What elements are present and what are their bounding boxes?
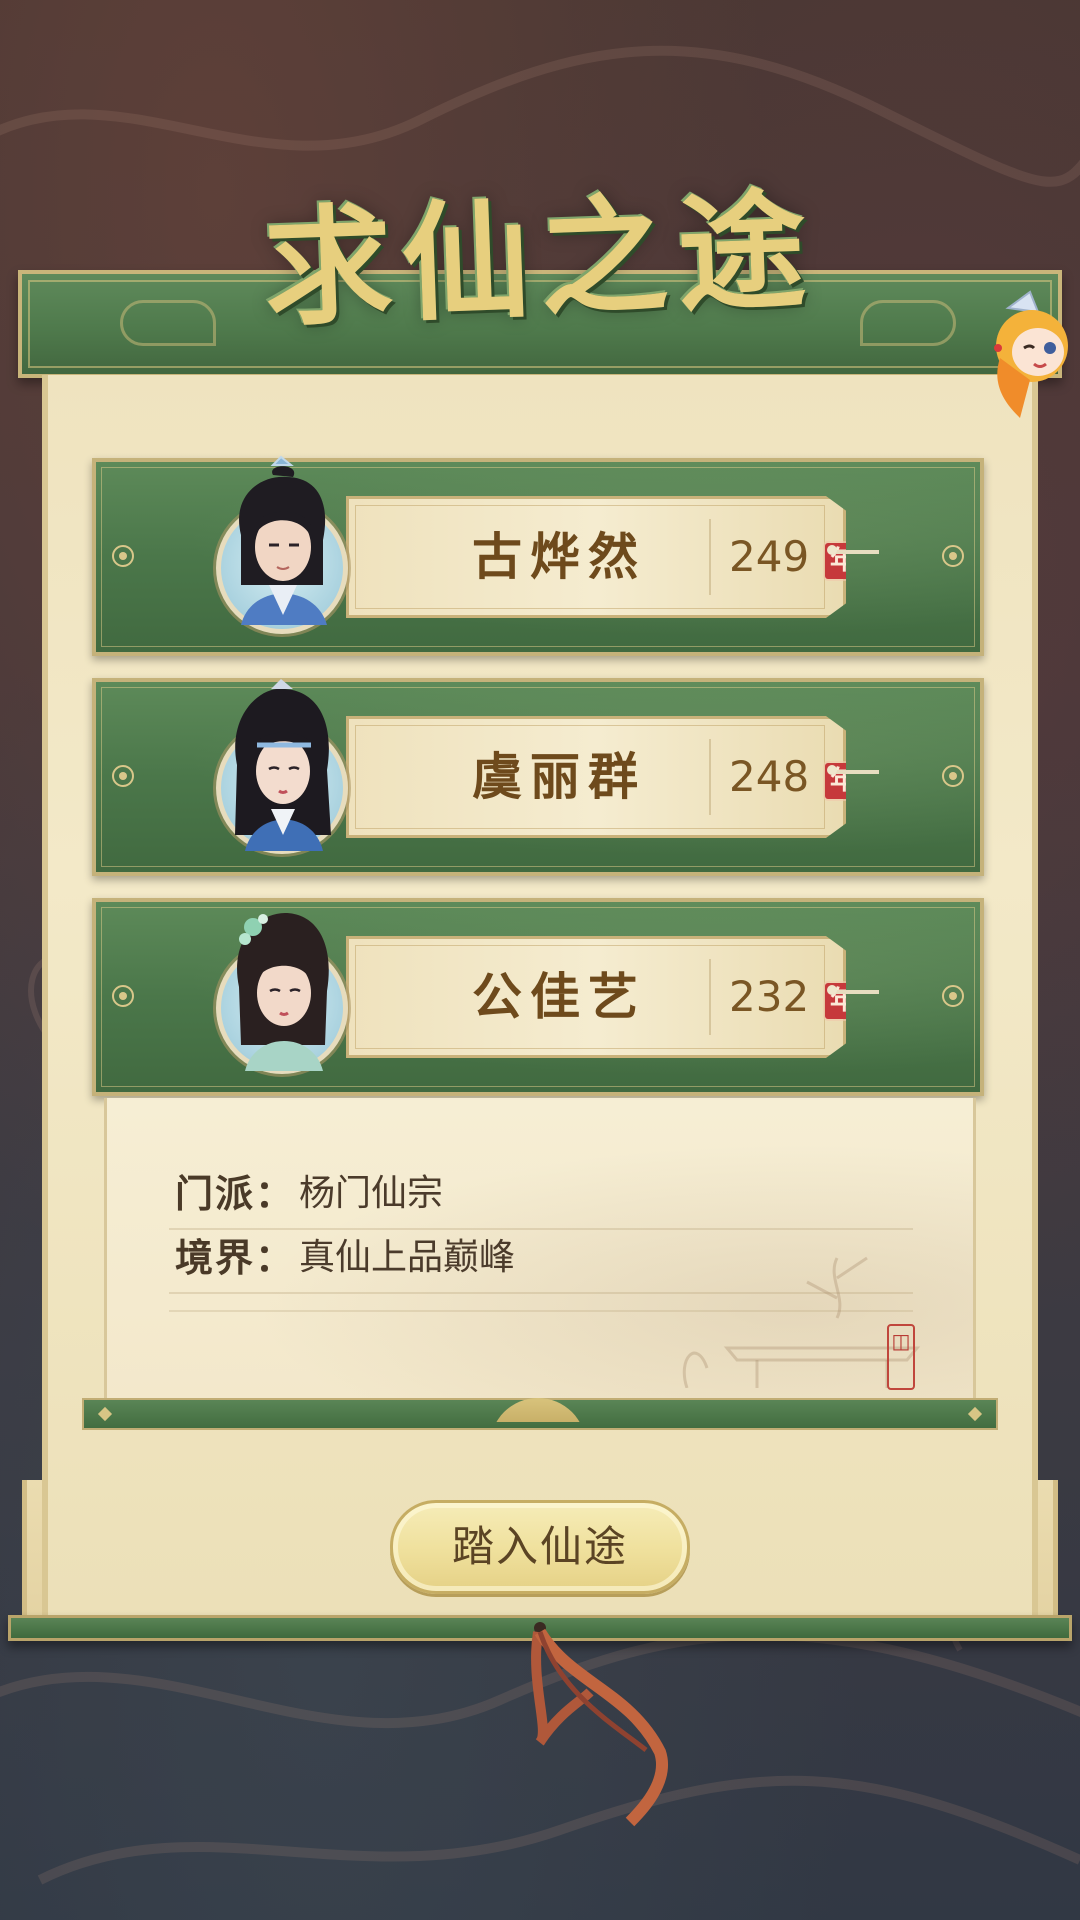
character-avatar bbox=[216, 913, 348, 1074]
diamond-ornament-icon bbox=[967, 1406, 983, 1422]
rivet-icon bbox=[112, 985, 134, 1007]
sect-value: 杨门仙宗 bbox=[299, 1173, 444, 1214]
rivet-icon bbox=[942, 545, 964, 567]
character-card-3[interactable]: 公佳艺 232 年 bbox=[92, 898, 984, 1096]
male-swordsman-portrait-icon bbox=[239, 455, 327, 625]
rivet-icon bbox=[942, 765, 964, 787]
character-card-1[interactable]: 古烨然 249 年 bbox=[92, 455, 984, 656]
character-name: 古烨然 bbox=[472, 527, 646, 586]
rivet-icon bbox=[942, 985, 964, 1007]
cord-knot-icon bbox=[827, 545, 879, 555]
character-avatar bbox=[216, 679, 348, 854]
name-plate: 古烨然 249 年 bbox=[346, 496, 846, 618]
red-seal-stamp-icon: ◫ bbox=[887, 1324, 915, 1390]
cord-knot-icon bbox=[827, 765, 879, 775]
rivet-icon bbox=[112, 545, 134, 567]
rivet-icon bbox=[112, 765, 134, 787]
character-age: 248 bbox=[729, 752, 810, 801]
diamond-ornament-icon bbox=[97, 1406, 113, 1422]
cord-knot-icon bbox=[827, 985, 879, 995]
character-card-2[interactable]: 虞丽群 248 年 bbox=[92, 678, 984, 876]
character-avatar bbox=[216, 455, 348, 634]
character-name: 虞丽群 bbox=[472, 747, 646, 806]
sect-label: 门派： bbox=[175, 1171, 296, 1216]
female-maiden-portrait-icon bbox=[237, 913, 329, 1071]
mascot-assistant-icon[interactable] bbox=[990, 288, 1080, 428]
character-name: 公佳艺 bbox=[472, 967, 646, 1026]
page-title: 求仙之途 bbox=[261, 175, 819, 345]
character-info-panel: 门派： 杨门仙宗 境界： 真仙上品巅峰 ◫ bbox=[104, 1098, 976, 1398]
character-age: 249 bbox=[729, 532, 810, 581]
character-age: 232 bbox=[729, 972, 810, 1021]
name-plate: 虞丽群 248 年 bbox=[346, 716, 846, 838]
sect-row: 门派： 杨门仙宗 bbox=[169, 1166, 913, 1230]
realm-label: 境界： bbox=[175, 1235, 296, 1280]
name-plate: 公佳艺 232 年 bbox=[346, 936, 846, 1058]
female-cultivator-portrait-icon bbox=[235, 679, 331, 851]
enter-path-button[interactable]: 踏入仙途 bbox=[390, 1500, 690, 1594]
realm-value: 真仙上品巅峰 bbox=[299, 1237, 516, 1278]
tassel-icon bbox=[531, 1622, 668, 1827]
